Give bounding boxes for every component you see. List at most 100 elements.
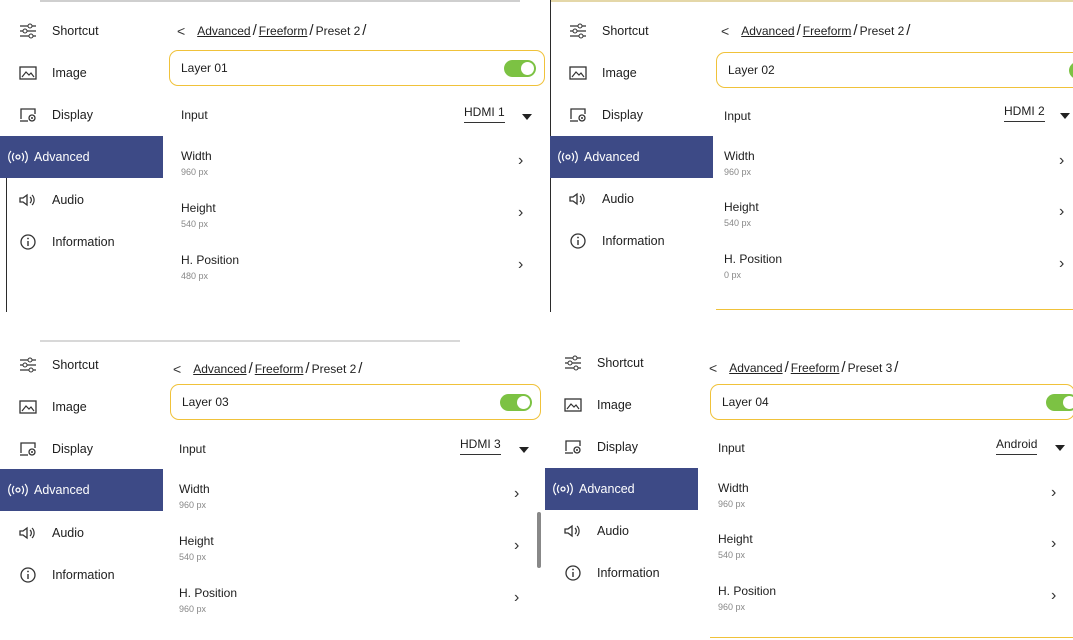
- chevron-right-icon[interactable]: ›: [1059, 152, 1064, 170]
- breadcrumb-link-advanced[interactable]: Advanced: [729, 361, 782, 375]
- sidebar-item-shortcut[interactable]: Shortcut: [0, 10, 163, 52]
- sidebar-item-shortcut[interactable]: Shortcut: [545, 342, 708, 384]
- back-button[interactable]: <: [721, 23, 729, 39]
- layer-label: Layer 04: [722, 395, 769, 409]
- sliders-icon: [18, 355, 38, 375]
- width-row[interactable]: Width 960 px: [718, 481, 749, 509]
- sidebar-item-label: Display: [597, 440, 638, 454]
- sidebar-item-advanced[interactable]: Advanced: [545, 468, 698, 510]
- sidebar-item-shortcut[interactable]: Shortcut: [550, 10, 713, 52]
- display-settings-icon: [18, 105, 38, 125]
- hpos-row[interactable]: H. Position 480 px: [181, 253, 239, 281]
- sidebar-item-audio[interactable]: Audio: [545, 510, 708, 552]
- width-row[interactable]: Width 960 px: [179, 482, 210, 510]
- height-row[interactable]: Height 540 px: [718, 532, 753, 560]
- input-select[interactable]: HDMI 2: [1004, 104, 1045, 122]
- caret-down-icon[interactable]: [1060, 113, 1070, 119]
- back-button[interactable]: <: [709, 360, 717, 376]
- chevron-right-icon[interactable]: ›: [1051, 535, 1056, 553]
- sidebar-item-information[interactable]: Information: [550, 220, 713, 262]
- input-select[interactable]: HDMI 1: [464, 105, 505, 123]
- hpos-row[interactable]: H. Position 960 px: [718, 584, 776, 612]
- sidebar-item-label: Image: [597, 398, 632, 412]
- sidebar-item-display[interactable]: Display: [550, 94, 713, 136]
- layer-row[interactable]: Layer 02: [716, 52, 1073, 88]
- width-value: 960 px: [179, 500, 207, 510]
- layer-toggle[interactable]: [1069, 62, 1073, 79]
- breadcrumb-link-advanced[interactable]: Advanced: [193, 362, 246, 376]
- layer-toggle[interactable]: [500, 394, 532, 411]
- chevron-right-icon[interactable]: ›: [1051, 484, 1056, 502]
- layer-row[interactable]: Layer 01: [169, 50, 545, 86]
- sidebar-item-image[interactable]: Image: [545, 384, 708, 426]
- input-label: Input: [179, 442, 206, 456]
- sidebar-item-advanced[interactable]: Advanced: [550, 136, 713, 178]
- sidebar-item-image[interactable]: Image: [550, 52, 713, 94]
- sidebar-item-audio[interactable]: Audio: [550, 178, 713, 220]
- chevron-right-icon[interactable]: ›: [518, 152, 523, 170]
- breadcrumb-separator: /: [841, 359, 846, 376]
- breadcrumb-separator: /: [305, 360, 310, 377]
- sidebar-item-label: Audio: [52, 193, 84, 207]
- sidebar: Shortcut Image Display Advanced Audio In…: [0, 340, 163, 640]
- sidebar-item-information[interactable]: Information: [545, 552, 708, 594]
- input-label: Input: [724, 109, 751, 123]
- content-area: < Advanced / Freeform / Preset 2 / Layer…: [163, 340, 545, 640]
- height-row[interactable]: Height 540 px: [179, 534, 214, 562]
- chevron-right-icon[interactable]: ›: [514, 537, 519, 555]
- chevron-right-icon[interactable]: ›: [518, 204, 523, 222]
- breadcrumb-link-advanced[interactable]: Advanced: [197, 24, 250, 38]
- sidebar-item-advanced[interactable]: Advanced: [0, 136, 163, 178]
- layer-row[interactable]: Layer 03: [170, 384, 541, 420]
- breadcrumb-link-advanced[interactable]: Advanced: [741, 24, 794, 38]
- breadcrumb-link-freeform[interactable]: Freeform: [255, 362, 304, 376]
- breadcrumb-link-freeform[interactable]: Freeform: [259, 24, 308, 38]
- back-button[interactable]: <: [173, 361, 181, 377]
- height-value: 540 px: [179, 552, 207, 562]
- sidebar-item-display[interactable]: Display: [0, 428, 163, 470]
- sidebar-item-image[interactable]: Image: [0, 386, 163, 428]
- back-button[interactable]: <: [177, 23, 185, 39]
- scrollbar[interactable]: [537, 512, 541, 568]
- sidebar-item-information[interactable]: Information: [0, 221, 163, 263]
- layer-toggle[interactable]: [1046, 394, 1073, 411]
- layer-toggle[interactable]: [504, 60, 536, 77]
- input-select[interactable]: Android: [996, 437, 1038, 455]
- caret-down-icon[interactable]: [1055, 445, 1065, 451]
- breadcrumb-separator: /: [248, 360, 253, 377]
- breadcrumb: < Advanced / Freeform / Preset 2 /: [721, 22, 912, 39]
- chevron-right-icon[interactable]: ›: [514, 589, 519, 607]
- chevron-right-icon[interactable]: ›: [1051, 587, 1056, 605]
- height-row[interactable]: Height 540 px: [724, 200, 759, 228]
- broadcast-icon: [558, 147, 578, 167]
- sidebar-item-information[interactable]: Information: [0, 554, 163, 596]
- breadcrumb-separator: /: [894, 359, 899, 376]
- caret-down-icon[interactable]: [519, 447, 529, 453]
- sidebar-item-display[interactable]: Display: [0, 94, 163, 136]
- width-row[interactable]: Width 960 px: [181, 149, 212, 177]
- layer-row[interactable]: Layer 04: [710, 384, 1073, 420]
- chevron-right-icon[interactable]: ›: [1059, 255, 1064, 273]
- sidebar-item-advanced[interactable]: Advanced: [0, 469, 163, 511]
- sidebar-item-audio[interactable]: Audio: [0, 512, 163, 554]
- content-area: < Advanced / Freeform / Preset 2 / Layer…: [163, 0, 545, 312]
- hpos-row[interactable]: H. Position 960 px: [179, 586, 237, 614]
- sidebar-item-audio[interactable]: Audio: [0, 179, 163, 221]
- chevron-right-icon[interactable]: ›: [1059, 203, 1064, 221]
- caret-down-icon[interactable]: [522, 114, 532, 120]
- hpos-label: H. Position: [724, 252, 783, 266]
- width-row[interactable]: Width 960 px: [724, 149, 755, 177]
- breadcrumb-link-freeform[interactable]: Freeform: [803, 24, 852, 38]
- height-label: Height: [724, 200, 759, 214]
- hpos-row[interactable]: H. Position 0 px: [724, 252, 782, 280]
- hpos-label: H. Position: [718, 584, 777, 598]
- input-select[interactable]: HDMI 3: [460, 437, 501, 455]
- sidebar-item-shortcut[interactable]: Shortcut: [0, 344, 163, 386]
- sidebar-item-image[interactable]: Image: [0, 52, 163, 94]
- breadcrumb-link-freeform[interactable]: Freeform: [791, 361, 840, 375]
- chevron-right-icon[interactable]: ›: [514, 485, 519, 503]
- broadcast-icon: [553, 479, 573, 499]
- chevron-right-icon[interactable]: ›: [518, 256, 523, 274]
- height-row[interactable]: Height 540 px: [181, 201, 216, 229]
- sidebar-item-display[interactable]: Display: [545, 426, 708, 468]
